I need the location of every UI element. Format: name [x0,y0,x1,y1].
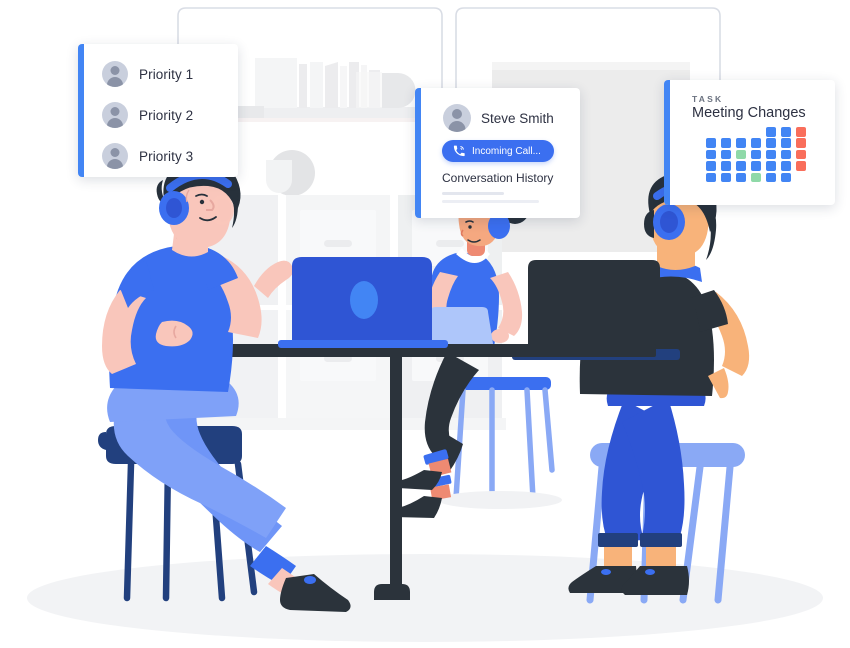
task-title: Meeting Changes [692,105,806,121]
task-grid-cell[interactable] [796,161,806,171]
task-grid-cell[interactable] [721,172,731,183]
task-kicker: TASK [692,94,724,104]
task-card[interactable]: TASK Meeting Changes [664,80,835,205]
list-item[interactable]: Priority 1 [102,61,193,87]
task-grid-cell[interactable] [781,172,791,183]
task-grid-cell[interactable] [751,149,761,160]
task-grid-cell[interactable] [766,149,776,160]
task-grid-cell[interactable] [766,127,776,137]
placeholder-line [442,200,539,203]
user-avatar-icon [102,143,128,169]
task-grid-cell[interactable] [736,161,746,171]
task-grid-cell[interactable] [781,127,791,137]
task-grid-cell [736,127,746,137]
task-grid-cell [751,127,761,137]
task-grid-cell[interactable] [721,138,731,148]
contact-header: Steve Smith [443,104,554,132]
task-grid-cell[interactable] [706,172,716,183]
task-grid-cell[interactable] [751,172,761,183]
task-grid-cell[interactable] [766,138,776,148]
laptop-blue [278,257,448,348]
task-grid-cell [796,173,806,183]
task-grid-cell[interactable] [796,127,806,137]
task-grid-cell[interactable] [781,138,791,148]
card-accent-bar [664,80,670,205]
incoming-call-button[interactable]: Incoming Call... [442,140,554,162]
illustration-canvas: Priority 1 Priority 2 Priority 3 Steve S… [0,0,850,648]
placeholder-line [442,192,504,195]
task-grid-cell[interactable] [751,161,761,171]
task-grid-cell[interactable] [706,138,716,148]
priority-label: Priority 3 [139,148,194,164]
card-accent-bar [78,44,84,177]
background-cups [266,150,315,196]
contact-name: Steve Smith [481,110,554,126]
task-grid-cell[interactable] [736,172,746,183]
user-avatar-icon [102,102,128,128]
task-activity-grid[interactable] [706,127,811,184]
card-accent-bar [415,88,421,218]
task-grid-cell[interactable] [766,172,776,183]
task-grid-cell[interactable] [796,138,806,148]
floor-shadow [27,554,823,642]
task-grid-cell[interactable] [736,138,746,148]
task-grid-cell [721,127,731,137]
conversation-history-title: Conversation History [442,171,554,185]
phone-incoming-icon [453,145,465,157]
priority-list-card[interactable]: Priority 1 Priority 2 Priority 3 [78,44,238,177]
priority-label: Priority 1 [139,66,194,82]
task-grid-cell[interactable] [736,149,746,160]
list-item[interactable]: Priority 2 [102,102,193,128]
task-grid-cell [706,127,716,137]
task-grid-cell[interactable] [766,161,776,171]
task-grid-cell[interactable] [796,149,806,160]
task-grid-cell[interactable] [706,161,716,171]
user-avatar-icon [102,61,128,87]
list-item[interactable]: Priority 3 [102,143,193,169]
task-grid-cell[interactable] [721,149,731,160]
priority-label: Priority 2 [139,107,194,123]
task-grid-cell[interactable] [706,149,716,160]
task-grid-cell[interactable] [751,138,761,148]
task-grid-cell[interactable] [721,161,731,171]
incoming-call-label: Incoming Call... [472,145,541,157]
contact-card[interactable]: Steve Smith Incoming Call... Conversatio… [415,88,580,218]
task-grid-cell[interactable] [781,161,791,171]
user-avatar-icon [443,104,471,132]
task-grid-cell[interactable] [781,149,791,160]
